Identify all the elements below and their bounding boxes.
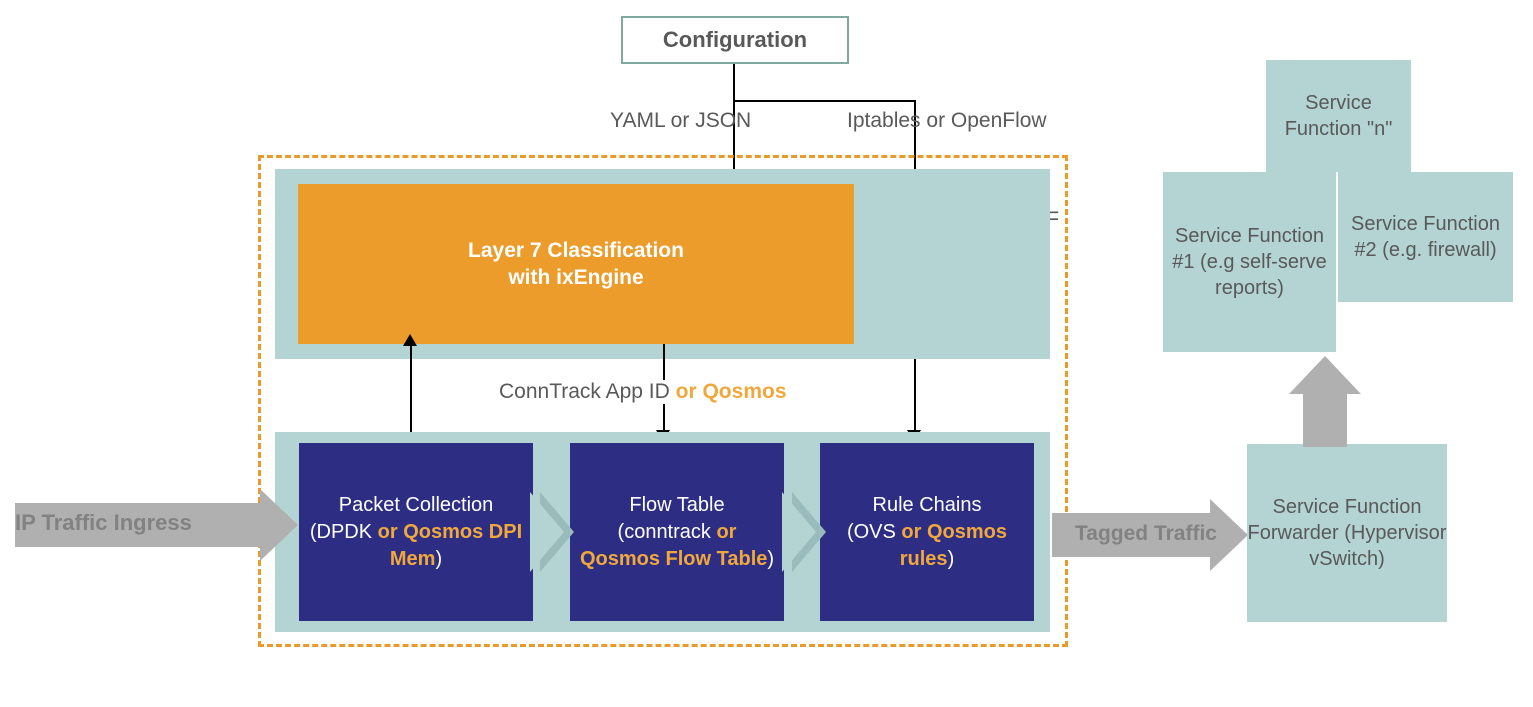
chevron-pkt-to-flow <box>540 492 574 572</box>
rule-chains-box: Rule Chains (OVS or Qosmos rules) <box>820 443 1034 621</box>
flow-table-content: Flow Table (conntrack or Qosmos Flow Tab… <box>576 492 778 573</box>
rule-chains-content: Rule Chains (OVS or Qosmos rules) <box>826 492 1028 573</box>
flow-l1: Flow Table <box>629 494 724 516</box>
tagged-traffic-text: Tagged Traffic <box>1075 522 1217 545</box>
ingress-label: IP Traffic Ingress <box>15 510 192 536</box>
packet-collection-content: Packet Collection (DPDK or Qosmos DPI Me… <box>305 492 527 573</box>
service-function-n-box: Service Function "n" <box>1266 60 1411 172</box>
sf2-text: Service Function #2 (e.g. firewall) <box>1338 211 1513 263</box>
rule-l1: Rule Chains <box>873 494 982 516</box>
yaml-json-text: YAML or JSON <box>610 109 751 132</box>
service-function-forwarder-box: Service Function Forwarder (Hypervisor v… <box>1247 444 1447 622</box>
flow-close: ) <box>767 548 774 570</box>
flow-or: or <box>716 521 736 543</box>
yaml-json-label: YAML or JSON <box>610 109 751 133</box>
iptables-openflow-label: Iptables or OpenFlow <box>847 109 1047 133</box>
packet-to-l7-arrowhead <box>403 334 417 346</box>
rule-close: ) <box>948 548 955 570</box>
configuration-box: Configuration <box>621 16 849 64</box>
packet-collection-box: Packet Collection (DPDK or Qosmos DPI Me… <box>299 443 533 621</box>
rule-or: or <box>901 521 927 543</box>
service-function-2-box: Service Function #2 (e.g. firewall) <box>1338 172 1513 302</box>
tagged-traffic-label: Tagged Traffic <box>1075 522 1217 546</box>
service-function-1-box: Service Function #1 (e.g self-serve repo… <box>1163 172 1336 352</box>
pkt-or: or <box>378 521 404 543</box>
flow-table-box: Flow Table (conntrack or Qosmos Flow Tab… <box>570 443 784 621</box>
sff-text: Service Function Forwarder (Hypervisor v… <box>1247 494 1447 572</box>
chevron-flow-to-rules <box>792 492 826 572</box>
conntrack-accent: or Qosmos <box>676 380 787 403</box>
layer7-classification-box: Layer 7 Classification with ixEngine <box>298 184 854 344</box>
sfn-text: Service Function "n" <box>1266 90 1411 142</box>
rule-open: (OVS <box>847 521 901 543</box>
ingress-text: IP Traffic Ingress <box>15 510 192 535</box>
conntrack-prefix: ConnTrack App ID <box>499 380 676 403</box>
flow-rest: Qosmos Flow Table <box>580 548 767 570</box>
pkt-close: ) <box>435 548 442 570</box>
flow-open: (conntrack <box>618 521 717 543</box>
sff-up-arrow-shaft <box>1303 392 1347 447</box>
configuration-label: Configuration <box>663 26 807 55</box>
pkt-open: (DPDK <box>310 521 378 543</box>
sff-up-arrow-head <box>1289 356 1361 394</box>
config-stem-line <box>733 64 735 102</box>
pkt-l1: Packet Collection <box>339 494 494 516</box>
iptables-openflow-text: Iptables or OpenFlow <box>847 109 1047 132</box>
sf1-text: Service Function #1 (e.g self-serve repo… <box>1163 223 1336 301</box>
l7-line1: Layer 7 Classification <box>468 237 684 264</box>
config-split-line <box>733 100 916 102</box>
conntrack-label: ConnTrack App ID or Qosmos <box>497 380 789 404</box>
packet-to-l7-line <box>410 344 412 434</box>
pkt-rest: Qosmos DPI Mem <box>390 521 522 570</box>
l7-line2: with ixEngine <box>508 264 643 291</box>
